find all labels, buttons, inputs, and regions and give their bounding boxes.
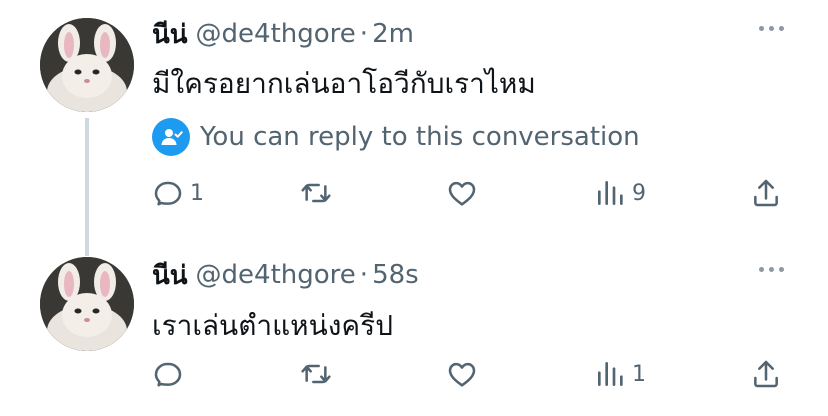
- views-icon: [598, 362, 623, 386]
- tweet[interactable]: นีน่ @de4thgore · 58s เราเล่นตำแหน่งครีป…: [0, 240, 828, 416]
- timestamp[interactable]: 2m: [372, 19, 414, 49]
- separator-dot: ·: [359, 19, 369, 49]
- thread-connector-line: [85, 118, 89, 256]
- reply-notice: You can reply to this conversation: [152, 117, 640, 157]
- author-handle[interactable]: @de4thgore: [196, 19, 356, 49]
- user-reply-icon: [152, 118, 190, 156]
- author-handle[interactable]: @de4thgore: [196, 260, 356, 290]
- more-icon[interactable]: [759, 267, 784, 272]
- action-bar: 1 9: [150, 173, 790, 213]
- share-icon: [754, 360, 778, 388]
- avatar[interactable]: [40, 257, 134, 351]
- view-count: 1: [632, 361, 646, 387]
- author-name[interactable]: นีน่: [152, 14, 188, 55]
- reply-icon: [154, 181, 182, 206]
- retweet-button[interactable]: [300, 354, 338, 394]
- tweet-header: นีน่ @de4thgore · 58s: [152, 257, 419, 293]
- share-icon: [754, 179, 778, 207]
- reply-notice-text: You can reply to this conversation: [200, 122, 640, 152]
- views-button[interactable]: 1: [594, 354, 646, 394]
- reply-button[interactable]: 1: [152, 173, 204, 213]
- bunny-avatar-image: [40, 257, 134, 351]
- like-button[interactable]: [446, 354, 484, 394]
- bunny-avatar-image: [40, 18, 134, 112]
- avatar[interactable]: [40, 18, 134, 112]
- reply-icon: [154, 362, 182, 387]
- like-icon: [448, 362, 476, 387]
- like-button[interactable]: [446, 173, 484, 213]
- retweet-button[interactable]: [300, 173, 338, 213]
- retweet-icon: [301, 183, 331, 203]
- tweet-text: มีใครอยากเล่นอาโอวีกับเราไหม: [152, 67, 536, 100]
- more-icon[interactable]: [759, 26, 784, 31]
- timestamp[interactable]: 58s: [372, 260, 419, 290]
- tweet[interactable]: นีน่ @de4thgore · 2m มีใครอยากเล่นอาโอวี…: [0, 0, 828, 256]
- separator-dot: ·: [359, 260, 369, 290]
- views-button[interactable]: 9: [594, 173, 646, 213]
- view-count: 9: [632, 180, 646, 206]
- retweet-icon: [301, 364, 331, 384]
- reply-button[interactable]: [152, 354, 190, 394]
- tweet-text: เราเล่นตำแหน่งครีป: [152, 309, 393, 342]
- reply-count: 1: [190, 180, 204, 206]
- share-button[interactable]: [750, 354, 782, 394]
- like-icon: [448, 181, 476, 206]
- tweet-header: นีน่ @de4thgore · 2m: [152, 16, 414, 52]
- author-name[interactable]: นีน่: [152, 255, 188, 296]
- share-button[interactable]: [750, 173, 782, 213]
- action-bar: 1: [150, 354, 790, 394]
- views-icon: [598, 181, 623, 205]
